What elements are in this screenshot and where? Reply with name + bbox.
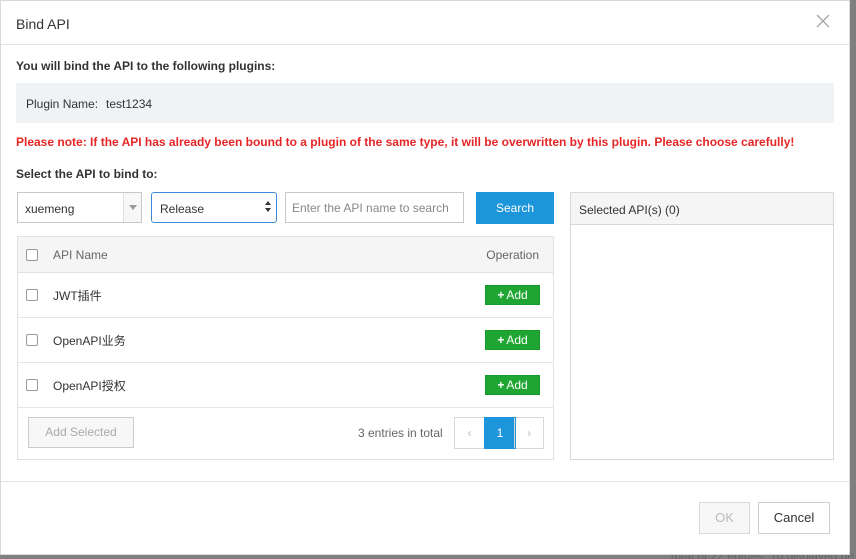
- plugin-name-value: test1234: [106, 97, 153, 111]
- stage-select[interactable]: Release: [151, 192, 277, 223]
- table-row: JWT插件 + Add: [18, 273, 553, 318]
- add-button[interactable]: + Add: [485, 330, 540, 350]
- column-operation: Operation: [486, 248, 539, 262]
- column-api-name: API Name: [53, 248, 108, 262]
- row-checkbox[interactable]: [26, 379, 38, 391]
- add-button[interactable]: + Add: [485, 375, 540, 395]
- dialog-title: Bind API: [16, 16, 70, 32]
- entries-total: 3 entries in total: [358, 426, 443, 440]
- search-button[interactable]: Search: [476, 192, 554, 224]
- ok-button[interactable]: OK: [699, 502, 750, 534]
- stage-select-value: Release: [160, 202, 205, 216]
- bind-api-dialog: Bind API You will bind the API to the fo…: [0, 0, 850, 555]
- page-1-button[interactable]: 1: [484, 417, 516, 449]
- cancel-button[interactable]: Cancel: [758, 502, 830, 534]
- chevron-down-icon[interactable]: [123, 193, 141, 222]
- add-label: Add: [506, 378, 528, 392]
- table-row: OpenAPI授权 + Add: [18, 363, 553, 408]
- dialog-footer: OK Cancel: [1, 481, 849, 556]
- api-name: OpenAPI业务: [53, 334, 126, 348]
- plugin-name-label: Plugin Name:: [26, 97, 99, 111]
- intro-text: You will bind the API to the following p…: [16, 59, 276, 73]
- add-selected-button[interactable]: Add Selected: [28, 417, 134, 448]
- add-label: Add: [506, 333, 528, 347]
- close-icon[interactable]: [815, 13, 831, 29]
- prev-page-icon[interactable]: ‹: [455, 418, 484, 448]
- api-name: OpenAPI授权: [53, 379, 126, 393]
- api-table: API Name Operation JWT插件 + Add OpenAPI业务 …: [17, 236, 554, 460]
- select-arrows-icon: [265, 201, 272, 215]
- plugin-info-box: Plugin Name: test1234: [16, 83, 834, 123]
- row-checkbox[interactable]: [26, 334, 38, 346]
- overwrite-warning: Please note: If the API has already been…: [16, 135, 795, 149]
- row-checkbox[interactable]: [26, 289, 38, 301]
- pagination: ‹ 1 ›: [454, 417, 544, 449]
- add-button[interactable]: + Add: [485, 285, 540, 305]
- api-search-input[interactable]: [285, 192, 464, 223]
- table-header: API Name Operation: [18, 237, 553, 273]
- dialog-header: Bind API: [1, 1, 849, 45]
- selected-apis-panel: Selected API(s) (0): [570, 192, 834, 460]
- next-page-icon[interactable]: ›: [514, 418, 543, 448]
- selected-apis-header: Selected API(s) (0): [571, 193, 833, 225]
- group-select[interactable]: xuemeng: [17, 192, 142, 223]
- api-name: JWT插件: [53, 289, 102, 303]
- group-select-value: xuemeng: [25, 202, 75, 216]
- select-all-checkbox[interactable]: [26, 249, 38, 261]
- table-row: OpenAPI业务 + Add: [18, 318, 553, 363]
- add-label: Add: [506, 288, 528, 302]
- selected-apis-title: Selected API(s) (0): [579, 203, 680, 217]
- select-api-title: Select the API to bind to:: [16, 167, 158, 181]
